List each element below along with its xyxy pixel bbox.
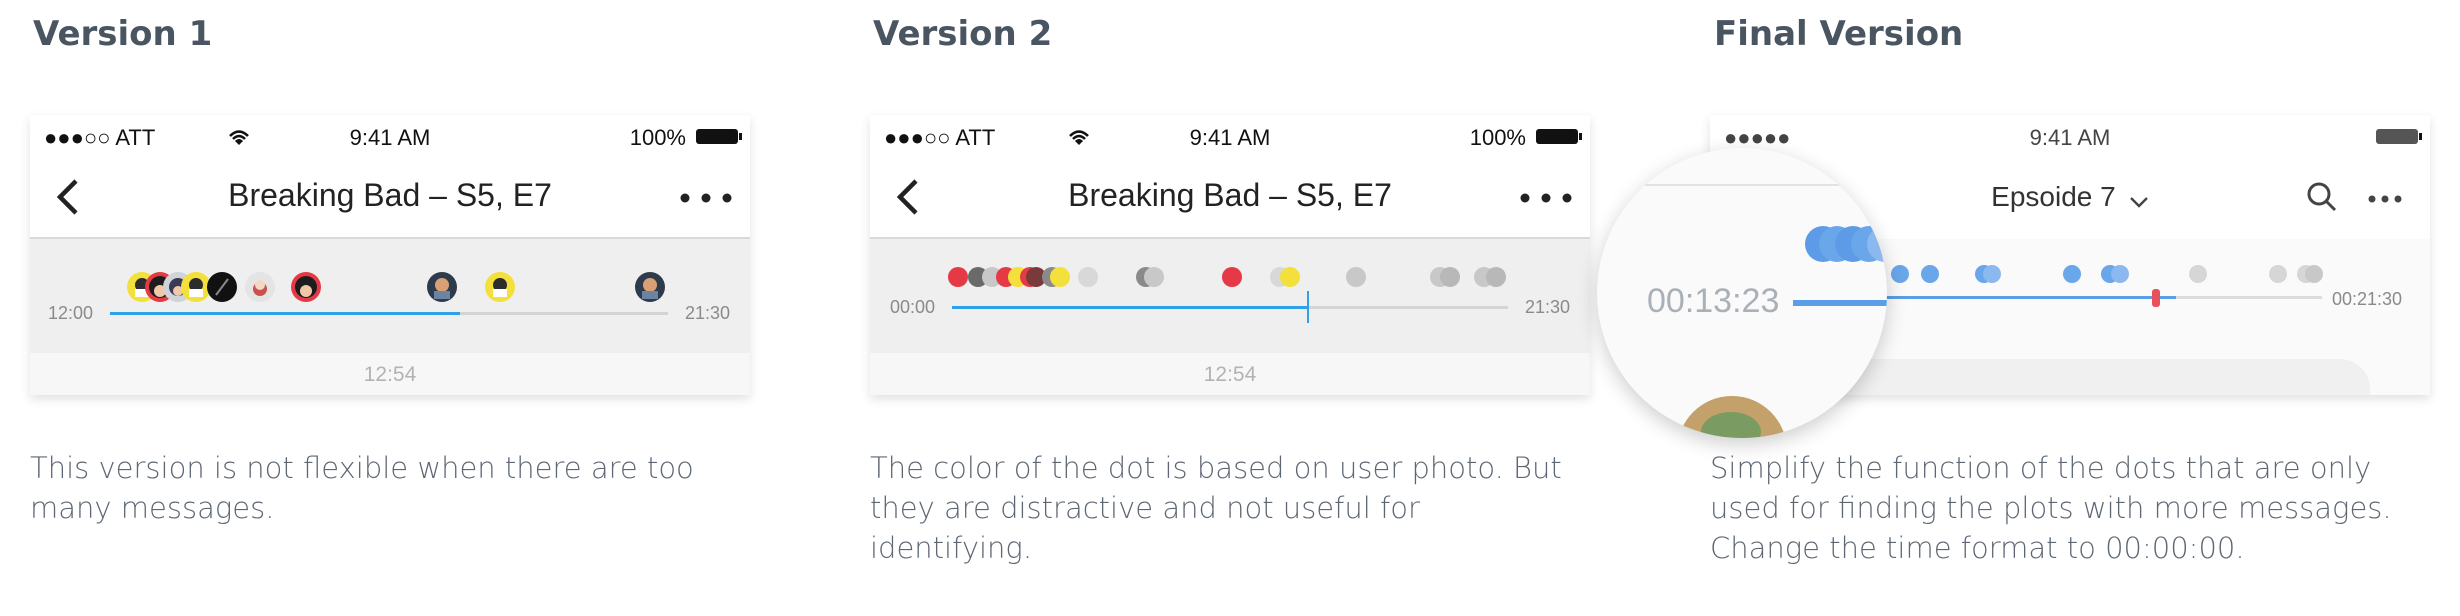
- message-dot[interactable]: [1280, 267, 1300, 287]
- magnified-current-time: 00:13:23: [1647, 282, 1780, 320]
- message-dot[interactable]: [1921, 265, 1939, 283]
- description-line: Change the time format to 00:00:00.: [1710, 531, 2245, 565]
- current-time-bar: 12:54: [30, 353, 750, 395]
- message-dots: [948, 267, 1506, 287]
- avatar[interactable]: [635, 272, 665, 302]
- magnified-divider: [1597, 184, 1887, 186]
- status-time: 9:41 AM: [2029, 125, 2111, 150]
- panel-2-phone: ●●●○○ ATT 9:41 AM 100% Breaking Bad – S5…: [870, 115, 1590, 395]
- magnifier-lens: 00:13:23: [1597, 148, 1887, 438]
- message-dot[interactable]: [948, 267, 968, 287]
- current-time: 12:54: [1203, 363, 1257, 386]
- timeline-area: 12:00 21:30: [30, 239, 750, 353]
- timeline-area: 00:00 21:30: [870, 239, 1590, 353]
- panel-3-description: Simplify the function of the dots that a…: [1710, 448, 2392, 568]
- avatar[interactable]: [207, 272, 237, 302]
- description-line: The color of the dot is based on user ph…: [870, 451, 1562, 485]
- avatar[interactable]: [181, 272, 211, 302]
- panel-1-heading: Version 1: [33, 14, 213, 54]
- message-dot[interactable]: [1078, 267, 1098, 287]
- status-bar: ●●●○○ ATT 9:41 AM 100%: [30, 115, 750, 157]
- message-dot[interactable]: [1486, 267, 1506, 287]
- timeline-end-time: 00:21:30: [2332, 289, 2403, 309]
- nav-title: Breaking Bad – S5, E7: [228, 177, 552, 213]
- battery-icon: [696, 129, 742, 144]
- status-bar: ●●●●● 9:41 AM: [1710, 115, 2430, 157]
- description-line: they are distractive and not useful for: [870, 491, 1420, 525]
- description-line: used for finding the plots with more mes…: [1710, 491, 2392, 525]
- timeline-end-time: 21:30: [1525, 297, 1571, 317]
- message-preview-bubble: [1820, 359, 2370, 395]
- more-options-icon[interactable]: [1520, 193, 1572, 203]
- description-line: many messages.: [30, 491, 275, 525]
- avatar[interactable]: [245, 272, 275, 302]
- avatar[interactable]: [485, 272, 515, 302]
- magnified-progress: [1793, 300, 1887, 306]
- avatar-markers: [127, 272, 665, 302]
- message-dot[interactable]: [1346, 267, 1366, 287]
- message-dot[interactable]: [2305, 265, 2323, 283]
- message-dot[interactable]: [2189, 265, 2207, 283]
- panel-1-description: This version is not flexible when there …: [30, 448, 694, 528]
- episode-title: Epsoide 7: [1991, 181, 2116, 212]
- message-dot[interactable]: [2269, 265, 2287, 283]
- battery-icon: [2376, 129, 2422, 144]
- battery-icon: [1536, 129, 1582, 144]
- nav-title: Breaking Bad – S5, E7: [1068, 177, 1392, 213]
- playhead-marker[interactable]: [2152, 289, 2160, 307]
- panel-3-heading: Final Version: [1714, 14, 1964, 54]
- message-dot[interactable]: [2111, 265, 2129, 283]
- battery-percent: 100%: [1469, 125, 1526, 150]
- search-icon[interactable]: [2306, 181, 2338, 213]
- message-dot[interactable]: [1983, 265, 2001, 283]
- status-bar: ●●●○○ ATT 9:41 AM 100%: [870, 115, 1590, 157]
- battery-percent: 100%: [629, 125, 686, 150]
- panel-2-description: The color of the dot is based on user ph…: [870, 448, 1562, 568]
- panel-2-heading: Version 2: [873, 14, 1053, 54]
- magnified-dots: [1805, 226, 1887, 262]
- nav-bar: Breaking Bad – S5, E7: [30, 157, 750, 239]
- timeline-progress[interactable]: [952, 306, 1308, 309]
- description-line: identifying.: [870, 531, 1033, 565]
- timeline-start-time: 00:00: [890, 297, 936, 317]
- message-dot[interactable]: [1891, 265, 1909, 283]
- message-dot[interactable]: [2063, 265, 2081, 283]
- more-options-icon[interactable]: [680, 193, 732, 203]
- nav-bar: Breaking Bad – S5, E7: [870, 157, 1590, 239]
- message-dot[interactable]: [1440, 267, 1460, 287]
- message-dot[interactable]: [1222, 267, 1242, 287]
- more-options-icon[interactable]: [2368, 195, 2402, 203]
- description-line: This version is not flexible when there …: [30, 451, 694, 485]
- message-dot[interactable]: [1050, 267, 1070, 287]
- chevron-down-icon: [2129, 196, 2148, 208]
- panel-1-phone: ●●●○○ ATT 9:41 AM 100% Breaking Bad – S5…: [30, 115, 750, 395]
- avatar[interactable]: [427, 272, 457, 302]
- current-time-bar: 12:54: [870, 353, 1590, 395]
- description-line: Simplify the function of the dots that a…: [1710, 451, 2372, 485]
- avatar[interactable]: [291, 272, 321, 302]
- current-time: 12:54: [363, 363, 417, 386]
- message-dot[interactable]: [1144, 267, 1164, 287]
- magnified-avatar: [1677, 396, 1787, 438]
